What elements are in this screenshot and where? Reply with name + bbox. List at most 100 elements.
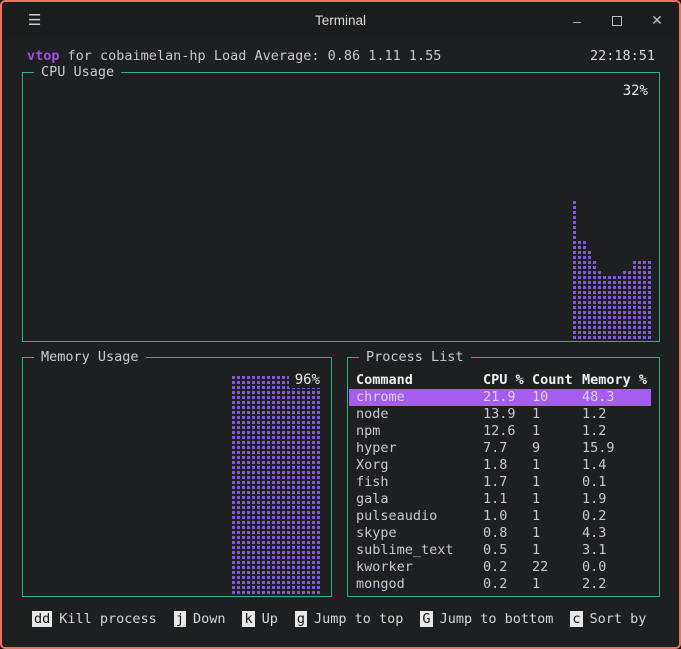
key-dd[interactable]: dd — [32, 611, 53, 627]
key-action-label: Sort by — [589, 611, 647, 627]
process-row-chrome[interactable]: chrome 21.9 10 48.3 — [349, 389, 658, 406]
chart-dot-column — [598, 271, 601, 339]
chart-dot-column — [603, 276, 606, 339]
cell-cpu: 1.8 — [483, 457, 508, 473]
key-j[interactable]: j — [173, 611, 186, 627]
process-row-kworker[interactable]: kworker 0.2 22 0.0 — [349, 559, 658, 576]
cell-count: 1 — [532, 423, 541, 439]
chart-dot-column — [242, 376, 245, 594]
cell-memory: 0.2 — [582, 508, 607, 524]
cell-cpu: 13.9 — [483, 406, 516, 422]
key-c[interactable]: c — [570, 611, 583, 627]
key-k[interactable]: k — [242, 611, 255, 627]
process-row-pulseaudio[interactable]: pulseaudio 1.0 1 0.2 — [349, 508, 658, 525]
chart-dot-column — [578, 241, 581, 339]
cell-cpu: 0.2 — [483, 576, 508, 592]
col-memory: Memory % — [582, 372, 648, 388]
chart-dot-column — [272, 376, 275, 594]
cell-count: 1 — [532, 406, 541, 422]
key-G[interactable]: G — [420, 611, 433, 627]
cell-cpu: 1.0 — [483, 508, 508, 524]
chart-dot-column — [643, 261, 646, 339]
cell-command: chrome — [356, 389, 405, 405]
status-line: vtop for cobaimelan-hp Load Average: 0.8… — [27, 48, 655, 66]
chart-dot-column — [257, 376, 260, 594]
chart-dot-column — [638, 261, 641, 339]
key-g[interactable]: g — [294, 611, 308, 627]
chart-dot-column — [623, 271, 626, 339]
cell-count: 1 — [532, 474, 541, 490]
chart-dot-column — [247, 376, 250, 594]
cell-count: 1 — [532, 491, 541, 507]
key-action-label: Kill process — [59, 611, 157, 627]
process-row-node[interactable]: node 13.9 1 1.2 — [349, 406, 658, 423]
chart-dot-column — [262, 376, 265, 594]
process-row-mongod[interactable]: mongod 0.2 1 2.2 — [349, 576, 658, 593]
memory-usage-panel: Memory Usage 96% — [22, 349, 332, 597]
chart-dot-column — [613, 276, 616, 339]
cell-count: 1 — [532, 576, 541, 592]
clock: 22:18:51 — [589, 48, 655, 64]
process-row-hyper[interactable]: hyper 7.7 9 15.9 — [349, 440, 658, 457]
chart-dot-column — [237, 376, 240, 594]
process-row-Xorg[interactable]: Xorg 1.8 1 1.4 — [349, 457, 658, 474]
process-row-sublime_text[interactable]: sublime_text 0.5 1 3.1 — [349, 542, 658, 559]
keybinding-bar: dd Kill process j Down k Up g Jump to top G Jump … — [32, 610, 663, 628]
process-row-fish[interactable]: fish 1.7 1 0.1 — [349, 474, 658, 491]
cell-command: mongod — [356, 576, 405, 592]
chart-dot-column — [618, 276, 621, 339]
process-row-gala[interactable]: gala 1.1 1 1.9 — [349, 491, 658, 508]
cell-command: fish — [356, 474, 389, 490]
cell-memory: 48.3 — [582, 389, 615, 405]
chart-dot-column — [648, 261, 651, 339]
chart-dot-column — [317, 376, 320, 594]
cell-memory: 15.9 — [582, 440, 615, 456]
cell-memory: 1.9 — [582, 491, 607, 507]
keybinding-jump-to-top: g Jump to top — [294, 610, 404, 628]
cell-memory: 4.3 — [582, 525, 607, 541]
cell-command: hyper — [356, 440, 397, 456]
cell-count: 1 — [532, 542, 541, 558]
memory-history-chart — [232, 368, 320, 594]
chart-dot-column — [312, 376, 315, 594]
window-controls: – ✕ — [557, 2, 677, 39]
cell-command: skype — [356, 525, 397, 541]
cell-cpu: 0.8 — [483, 525, 508, 541]
chart-dot-column — [292, 376, 295, 594]
cell-cpu: 0.2 — [483, 559, 508, 575]
cell-command: Xorg — [356, 457, 389, 473]
process-row-skype[interactable]: skype 0.8 1 4.3 — [349, 525, 658, 542]
process-list-label: Process List — [359, 349, 471, 365]
cpu-usage-panel: CPU Usage 32% — [22, 64, 660, 342]
cell-command: sublime_text — [356, 542, 454, 558]
chart-dot-column — [608, 276, 611, 339]
cell-command: kworker — [356, 559, 413, 575]
hamburger-menu-icon[interactable]: ☰ — [28, 11, 41, 29]
col-command: Command — [356, 372, 413, 388]
chart-dot-column — [593, 261, 596, 339]
col-cpu: CPU % — [483, 372, 524, 388]
cell-memory: 0.0 — [582, 559, 607, 575]
cell-cpu: 12.6 — [483, 423, 516, 439]
minimize-button[interactable]: – — [557, 13, 597, 29]
keybinding-sort-by: c Sort by — [570, 610, 646, 628]
keybinding-jump-to-bottom: G Jump to bottom — [420, 610, 553, 628]
chart-dot-column — [252, 376, 255, 594]
cell-count: 9 — [532, 440, 541, 456]
memory-percent-value: 96% — [288, 372, 320, 388]
cell-count: 22 — [532, 559, 549, 575]
chart-dot-column — [573, 201, 576, 339]
cell-memory: 1.4 — [582, 457, 607, 473]
close-button[interactable]: ✕ — [637, 12, 677, 29]
cell-command: node — [356, 406, 389, 422]
key-action-label: Down — [192, 611, 226, 627]
chart-dot-column — [267, 376, 270, 594]
maximize-button[interactable] — [597, 13, 637, 29]
process-row-npm[interactable]: npm 12.6 1 1.2 — [349, 423, 658, 440]
process-table: Command CPU % Count Memory % chrome 21.9 1… — [349, 372, 658, 593]
chart-dot-column — [307, 376, 310, 594]
key-action-label: Jump to top — [314, 611, 404, 627]
chart-dot-column — [588, 251, 591, 339]
chart-dot-column — [302, 376, 305, 594]
host-load-text: for cobaimelan-hp Load Average: 0.86 1.1… — [67, 48, 442, 64]
